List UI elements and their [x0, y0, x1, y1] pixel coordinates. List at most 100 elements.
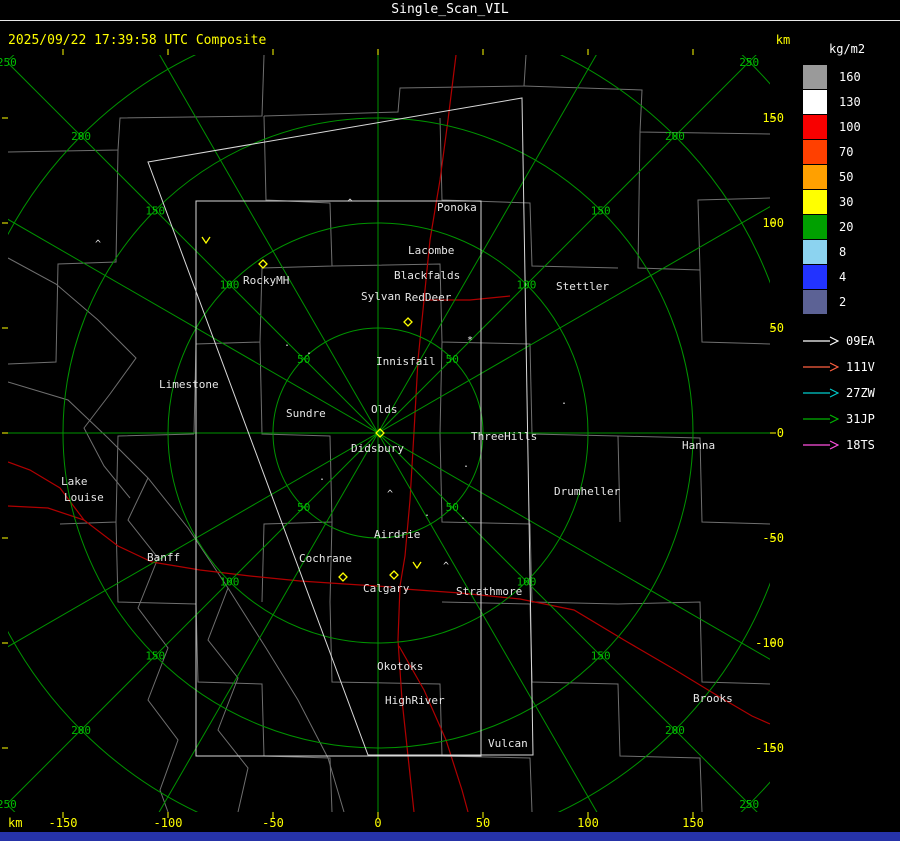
range-ring-label: 200 — [665, 130, 685, 143]
range-ring-label: 50 — [297, 501, 310, 514]
legend-scale-row: 4 — [803, 264, 899, 289]
radar-id-label: 31JP — [846, 412, 875, 426]
city-labels: Ponoka Lacombe Blackfalds Sylvan RedDeer Stet… — [61, 201, 733, 750]
range-ring-label: 50 — [446, 353, 459, 366]
legend-color-swatch — [803, 239, 827, 264]
city-label: Okotoks — [377, 660, 423, 673]
radar-site-diamond-marker — [338, 572, 348, 582]
radar-site-diamond-marker — [389, 570, 399, 580]
titlebar: Single_Scan_VIL — [0, 0, 900, 21]
town-marker: . — [460, 511, 466, 522]
radar-id-label: 27ZW — [846, 386, 875, 400]
legend-color-swatch — [803, 114, 827, 139]
y-axis-tick-label: 100 — [762, 216, 784, 230]
legend-panel: kg/m2 160 130 100 70 50 30 20 8 4 2 09EA 111V 27ZW 3… — [803, 42, 899, 458]
city-label: Brooks — [693, 692, 733, 705]
city-label: Louise — [64, 491, 104, 504]
legend-scale-value: 2 — [839, 294, 847, 309]
city-label: Hanna — [682, 439, 715, 452]
legend-scale-value: 70 — [839, 144, 854, 159]
legend-color-swatch — [803, 139, 827, 164]
radar-legend-row: 31JP — [803, 406, 899, 432]
scan-timestamp: 2025/09/22 17:39:58 UTC Composite — [8, 33, 267, 48]
legend-scale-row: 8 — [803, 239, 899, 264]
x-axis-tick-label: -100 — [154, 816, 183, 830]
county-boundary-line — [127, 477, 179, 812]
radar-direction-arrow-icon — [803, 388, 839, 398]
vil-color-scale: 160 130 100 70 50 30 20 8 4 2 — [803, 64, 899, 314]
range-ring-label: 150 — [591, 650, 611, 663]
county-boundary-line — [207, 587, 249, 812]
city-label: Sylvan — [361, 290, 401, 303]
legend-scale-value: 4 — [839, 269, 847, 284]
county-boundary-line — [617, 601, 770, 685]
city-label: Vulcan — [488, 737, 528, 750]
radar-direction-arrow-icon — [803, 336, 839, 346]
radar-direction-arrow-icon — [803, 414, 839, 424]
county-boundary-line — [263, 55, 527, 117]
radar-id-label: 18TS — [846, 438, 875, 452]
city-label: Blackfalds — [394, 269, 460, 282]
x-axis-tick-label: 150 — [682, 816, 704, 830]
range-ring-label: 250 — [0, 56, 17, 69]
town-marker: ^ — [347, 198, 353, 209]
radar-legend-row: 18TS — [803, 432, 899, 458]
legend-scale-row: 100 — [803, 114, 899, 139]
range-ring-label: 150 — [591, 204, 611, 217]
city-label: RedDeer — [405, 291, 452, 304]
radar-legend-row: 111V — [803, 354, 899, 380]
range-ring-label: 250 — [0, 798, 17, 811]
city-label: Ponoka — [437, 201, 477, 214]
radar-map-canvas[interactable]: 50 5050 50100 100100 100150 150150 150200 20020… — [0, 0, 900, 841]
legend-scale-value: 160 — [839, 69, 861, 84]
legend-scale-row: 130 — [803, 89, 899, 114]
range-ring-label: 200 — [665, 724, 685, 737]
legend-color-swatch — [803, 189, 827, 214]
y-axis-tick-label: 150 — [762, 111, 784, 125]
city-label: Didsbury — [351, 442, 404, 455]
town-marker: ^ — [387, 489, 393, 500]
range-ring-label: 250 — [739, 798, 759, 811]
range-ring-label: 250 — [739, 56, 759, 69]
radar-id-label: 111V — [846, 360, 875, 374]
y-axis-tick-label: -100 — [755, 636, 784, 650]
county-boundary-line — [8, 381, 345, 812]
county-boundary-line — [8, 257, 137, 499]
radar-coverage-outline — [147, 97, 534, 757]
y-axis-unit: km — [776, 33, 790, 47]
town-marker: . — [463, 459, 469, 470]
legend-scale-value: 30 — [839, 194, 854, 209]
radar-direction-arrow-icon — [803, 362, 839, 372]
city-label: Innisfail — [376, 355, 436, 368]
radar-site-diamond-marker — [258, 259, 268, 269]
y-axis-tick-label: 50 — [770, 321, 784, 335]
range-ring-label: 100 — [220, 575, 240, 588]
range-ring-label: 200 — [71, 130, 91, 143]
city-label: Drumheller — [554, 485, 621, 498]
legend-scale-row: 20 — [803, 214, 899, 239]
city-label: Sundre — [286, 407, 326, 420]
axis-tick-labels: -150 -100 -50 0 50 100 150 150 100 50 0 -50 -100 -150… — [8, 33, 790, 830]
radar-direction-arrow-icon — [803, 440, 839, 450]
bottom-scrollbar[interactable] — [0, 832, 900, 841]
town-marker: ^ — [95, 239, 101, 250]
city-label: Banff — [147, 551, 180, 564]
town-marker: * — [467, 335, 473, 346]
x-axis-tick-label: -150 — [49, 816, 78, 830]
county-boundary-line — [697, 197, 770, 271]
range-rings — [8, 55, 770, 812]
x-axis-tick-label: 0 — [374, 816, 381, 830]
legend-unit-label: kg/m2 — [829, 42, 866, 56]
x-axis-tick-label: 50 — [476, 816, 490, 830]
legend-scale-value: 100 — [839, 119, 861, 134]
range-ring-label: 200 — [71, 724, 91, 737]
storm-arrow-marker — [412, 561, 422, 570]
x-axis-unit: km — [8, 816, 22, 830]
y-axis-tick-label: 0 — [777, 426, 784, 440]
radar-site-diamond-marker — [403, 317, 413, 327]
city-label: Limestone — [159, 378, 219, 391]
legend-color-swatch — [803, 214, 827, 239]
town-marker: . — [424, 508, 430, 519]
town-marker: . — [284, 338, 290, 349]
coverage-outline — [147, 97, 534, 756]
